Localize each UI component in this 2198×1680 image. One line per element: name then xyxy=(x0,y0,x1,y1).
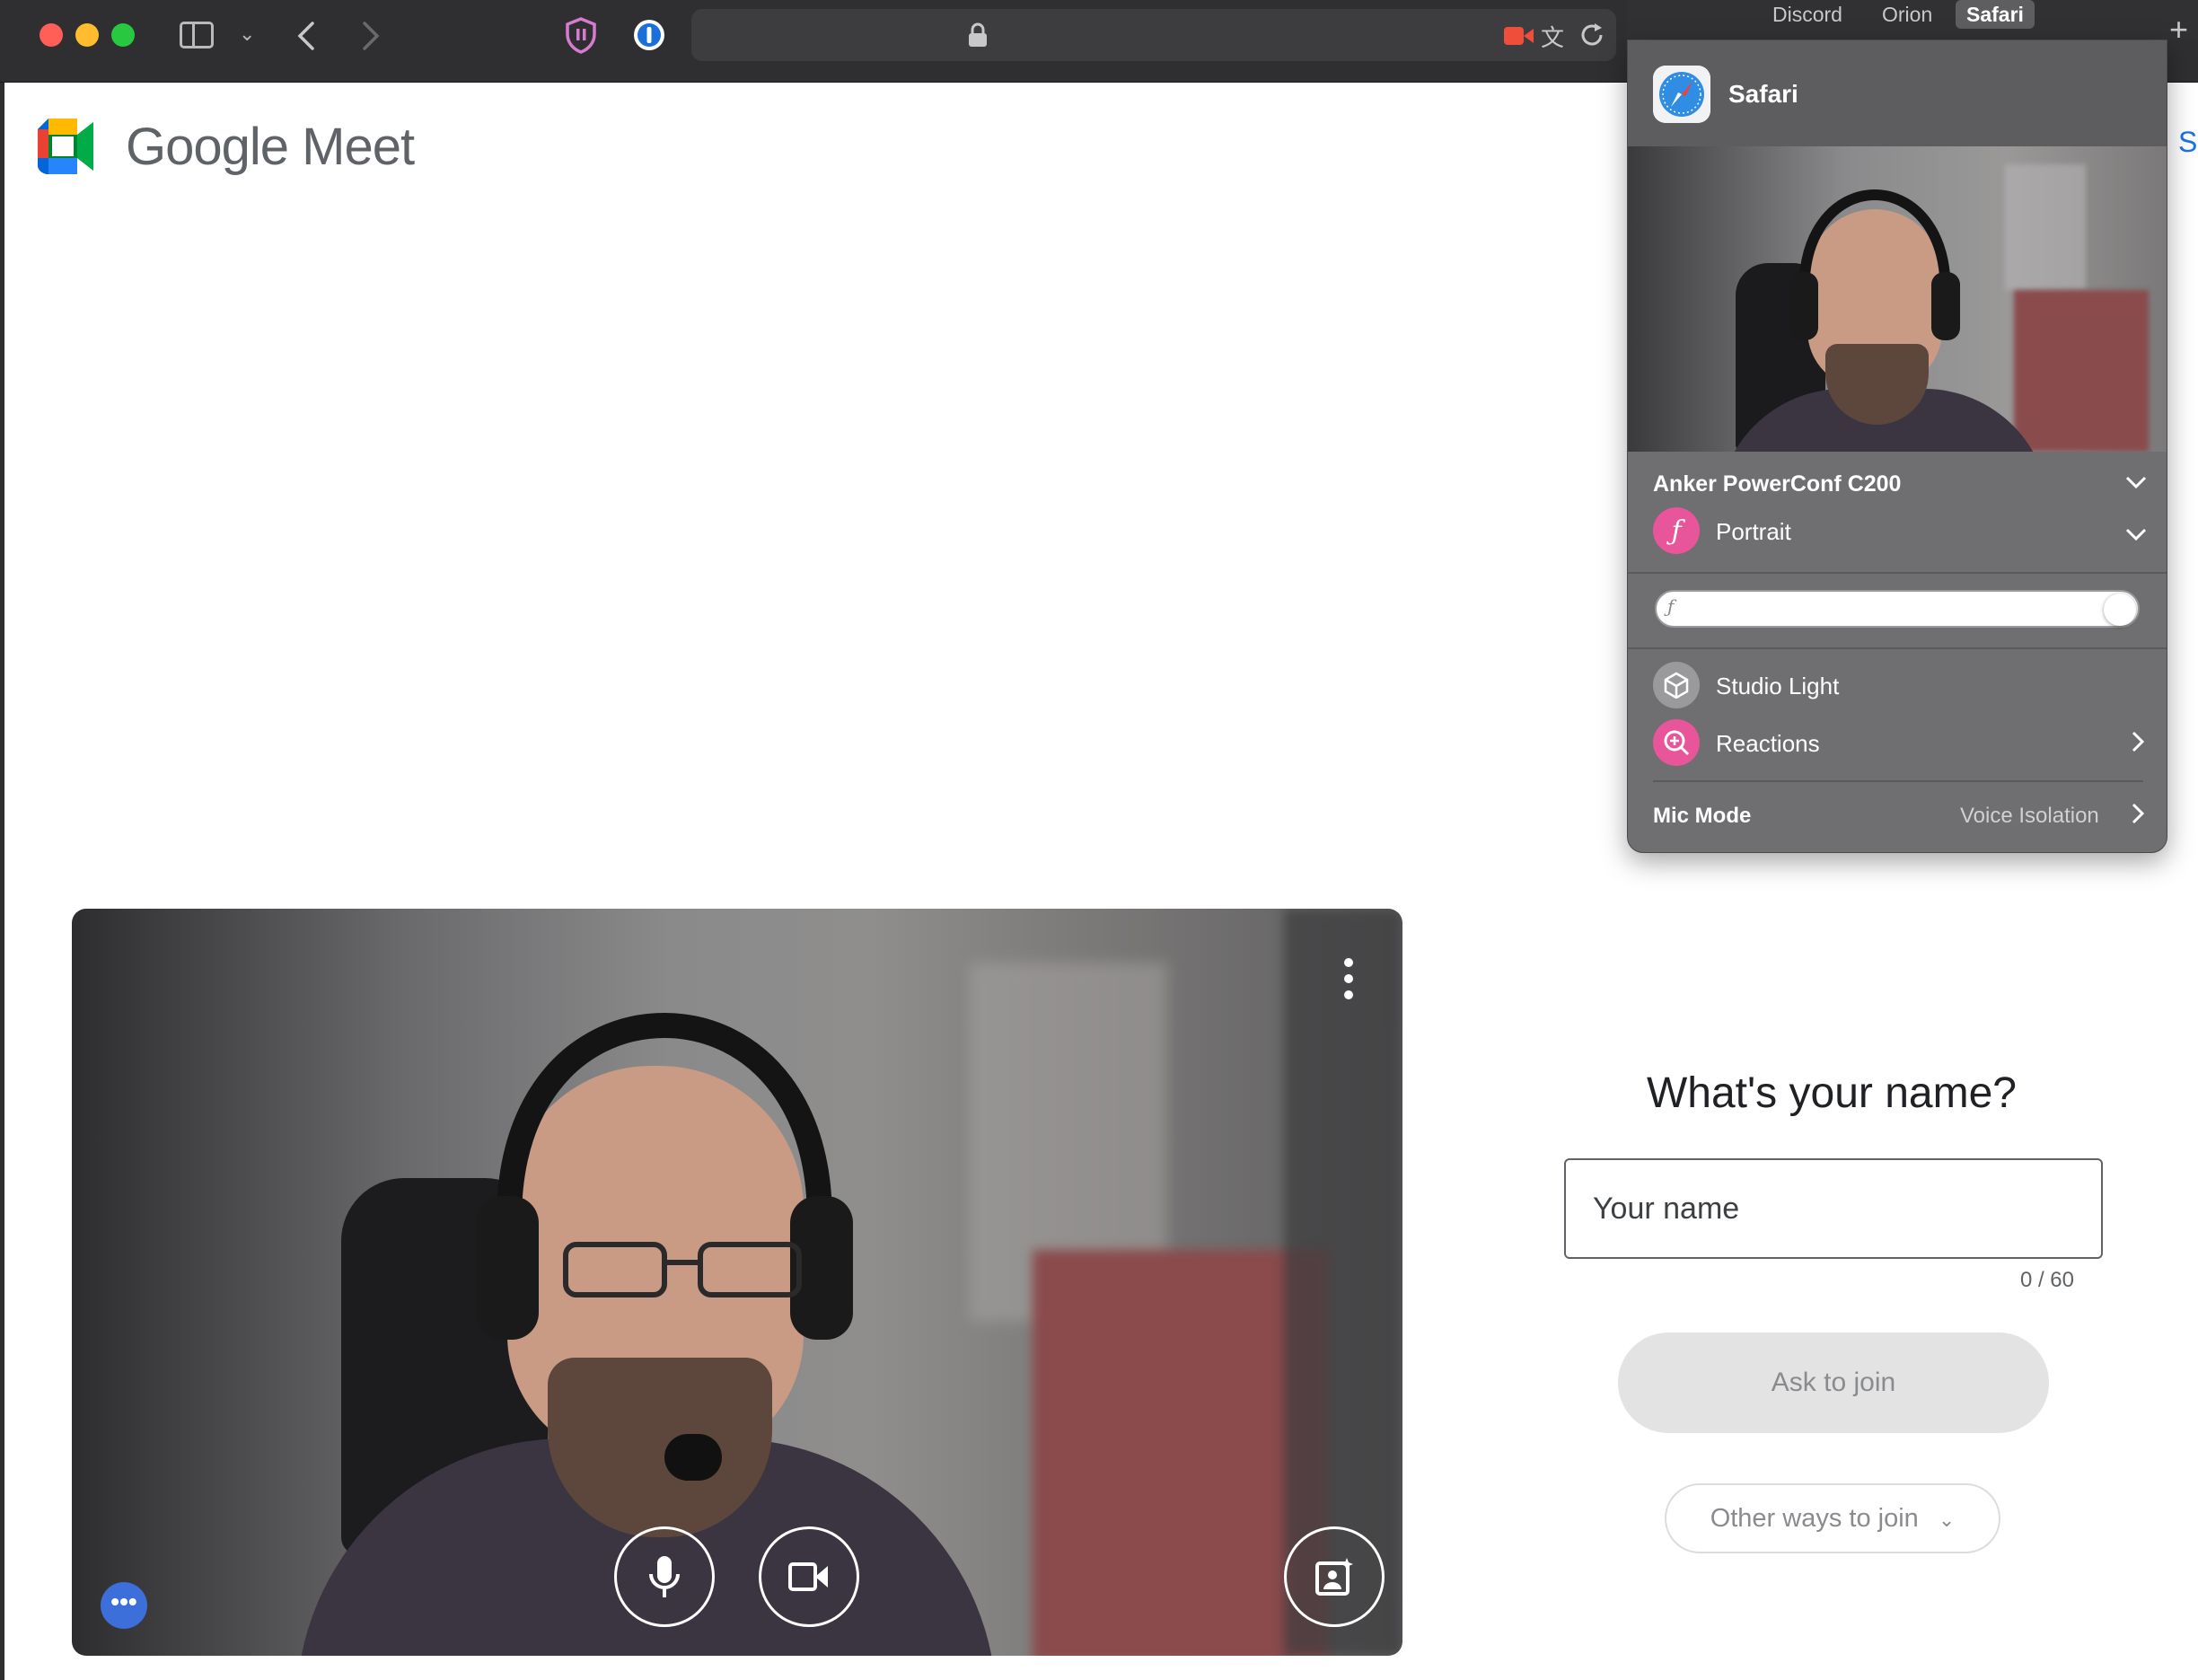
mic-mode-value[interactable]: Voice Isolation xyxy=(1960,804,2099,829)
forward-icon[interactable] xyxy=(361,20,381,52)
aperture-icon: ƒ xyxy=(1667,595,1675,617)
visual-effects-icon xyxy=(1315,1558,1353,1596)
divider xyxy=(1653,780,2143,782)
sign-in-link[interactable]: Si xyxy=(2178,126,2198,159)
popover-header: Safari xyxy=(1628,40,2167,146)
chevron-right-icon[interactable] xyxy=(2131,730,2145,753)
visual-effects-button[interactable] xyxy=(1284,1526,1385,1627)
camera-preview: ••• xyxy=(72,909,1402,1656)
video-effects-popover: Safari Anker PowerConf C200 ƒ Portrait ƒ xyxy=(1627,40,2167,853)
tab-discord[interactable]: Discord xyxy=(1772,0,1842,29)
chevron-right-icon[interactable] xyxy=(2131,802,2145,825)
divider xyxy=(1628,572,2167,574)
chevron-down-icon[interactable]: ⌄ xyxy=(239,18,255,50)
character-counter: 0 / 60 xyxy=(2019,1268,2074,1292)
studio-light-label[interactable]: Studio Light xyxy=(1716,673,1839,700)
add-icon[interactable]: + xyxy=(2169,11,2188,48)
ask-to-join-button[interactable]: Ask to join xyxy=(1618,1333,2049,1433)
camera-in-use-icon[interactable] xyxy=(1503,25,1535,47)
microphone-button[interactable] xyxy=(614,1526,715,1627)
microphone-icon xyxy=(649,1556,680,1597)
headset xyxy=(1789,189,1960,340)
portrait-depth-slider[interactable]: ƒ xyxy=(1655,590,2140,628)
mic-mode-label[interactable]: Mic Mode xyxy=(1653,804,1751,829)
camera-device-name: Anker PowerConf C200 xyxy=(1653,471,1902,497)
portrait-label: Portrait xyxy=(1716,518,1791,545)
google-meet-logo xyxy=(38,119,93,174)
more-options-button[interactable]: ••• xyxy=(101,1582,147,1629)
reload-icon[interactable] xyxy=(1578,22,1605,48)
tab-safari[interactable]: Safari xyxy=(1956,0,2035,29)
other-ways-label: Other ways to join xyxy=(1710,1504,1919,1533)
chevron-down-icon: ⌄ xyxy=(1938,1508,1956,1531)
portrait-f-icon: ƒ xyxy=(1653,507,1700,554)
wall-poster xyxy=(2005,164,2086,290)
brand-name: Google Meet xyxy=(126,118,415,176)
translate-icon[interactable]: 文 xyxy=(1541,20,1564,53)
shield-extension-icon[interactable] xyxy=(564,16,598,54)
address-bar[interactable]: 文 xyxy=(691,9,1616,61)
kebab-menu-icon[interactable] xyxy=(1340,952,1358,1006)
other-ways-to-join-button[interactable]: Other ways to join ⌄ xyxy=(1665,1483,2000,1553)
tab-safari-label: Safari xyxy=(1966,3,2024,26)
zoom-window-button[interactable] xyxy=(111,23,135,47)
reactions-label[interactable]: Reactions xyxy=(1716,730,1820,758)
sidebar-icon[interactable] xyxy=(180,22,214,48)
back-icon[interactable] xyxy=(296,20,316,52)
red-cabinet xyxy=(2014,290,2149,452)
camera-button[interactable] xyxy=(759,1526,859,1627)
video-camera-icon xyxy=(788,1562,828,1591)
video-effects-app-tabs: Discord Orion Safari xyxy=(1627,0,2198,40)
close-window-button[interactable] xyxy=(40,23,63,47)
divider xyxy=(1628,647,2167,649)
join-heading: What's your name? xyxy=(1646,1069,2017,1117)
safari-icon xyxy=(1653,66,1710,123)
name-input[interactable] xyxy=(1564,1158,2103,1259)
glasses xyxy=(563,1242,802,1297)
headset xyxy=(476,1012,853,1340)
password-manager-icon[interactable] xyxy=(632,18,666,52)
popover-camera-preview xyxy=(1628,146,2167,452)
reactions-icon xyxy=(1653,719,1700,766)
window-edge xyxy=(0,83,4,1680)
minimize-window-button[interactable] xyxy=(75,23,99,47)
popover-app-name: Safari xyxy=(1728,80,1798,108)
tab-orion[interactable]: Orion xyxy=(1882,0,1932,29)
chevron-down-icon[interactable] xyxy=(2125,475,2147,489)
headset-mic xyxy=(664,1434,722,1481)
slider-knob[interactable] xyxy=(2104,594,2136,626)
studio-light-icon xyxy=(1653,662,1700,708)
chevron-down-icon[interactable] xyxy=(2125,527,2147,541)
lock-icon xyxy=(969,22,987,47)
